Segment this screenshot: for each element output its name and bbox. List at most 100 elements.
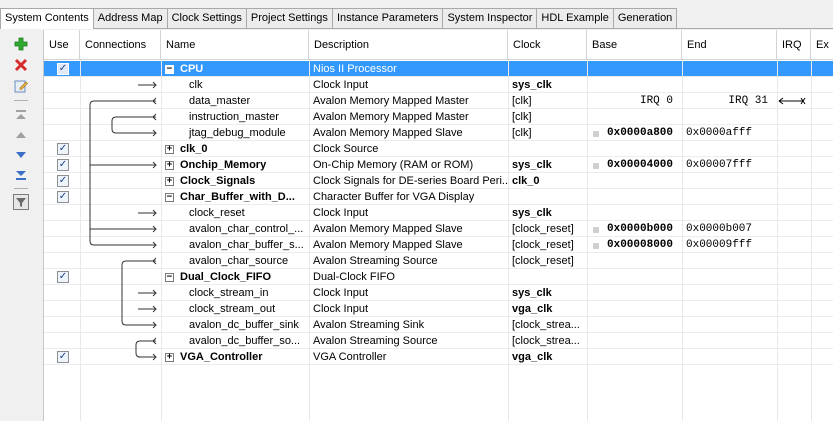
col-connections[interactable]: Connections (80, 30, 161, 60)
expand-icon[interactable]: + (165, 160, 174, 170)
expand-icon[interactable]: + (165, 176, 174, 186)
clock-cell[interactable]: [clock_reset] (508, 221, 587, 237)
base-address-cell[interactable] (603, 317, 683, 333)
base-address-cell[interactable] (603, 77, 683, 93)
col-ex[interactable]: Ex (811, 30, 833, 60)
base-address-cell[interactable] (603, 269, 683, 285)
clock-cell[interactable] (508, 61, 587, 77)
add-icon[interactable] (13, 36, 29, 52)
col-base[interactable]: Base (587, 30, 682, 60)
tab-system-inspector[interactable]: System Inspector (442, 8, 538, 28)
use-checkbox[interactable]: ✓ (57, 159, 69, 171)
clock-cell[interactable]: [clock_strea... (508, 333, 587, 349)
use-checkbox[interactable]: ✓ (57, 175, 69, 187)
clock-cell[interactable]: sys_clk (508, 285, 587, 301)
move-top-icon[interactable] (13, 107, 29, 123)
clock-cell[interactable]: [clock_strea... (508, 317, 587, 333)
base-address-cell[interactable] (603, 301, 683, 317)
clock-cell[interactable]: clk_0 (508, 173, 587, 189)
clock-cell[interactable]: sys_clk (508, 157, 587, 173)
use-checkbox[interactable]: ✓ (57, 143, 69, 155)
clock-cell[interactable]: [clk] (508, 93, 587, 109)
col-name[interactable]: Name (161, 30, 309, 60)
table-row[interactable]: ✓ − CPU Nios II Processor (44, 61, 833, 77)
remove-icon[interactable] (13, 57, 29, 73)
table-row[interactable]: avalon_dc_buffer_sink Avalon Streaming Si… (44, 317, 833, 333)
base-address-cell[interactable] (603, 285, 683, 301)
collapse-icon[interactable]: − (165, 192, 174, 202)
lock-icon[interactable] (593, 131, 599, 137)
tab-instance-parameters[interactable]: Instance Parameters (331, 8, 444, 28)
clock-cell[interactable]: sys_clk (508, 77, 587, 93)
table-row[interactable]: clock_reset Clock Input sys_clk (44, 205, 833, 221)
base-address-cell[interactable] (603, 349, 683, 365)
table-row[interactable]: ✓ − Char_Buffer_with_D... Character Buffer … (44, 189, 833, 205)
base-address-cell[interactable] (603, 61, 683, 77)
table-row[interactable]: avalon_char_source Avalon Streaming Sourc… (44, 253, 833, 269)
base-address-cell[interactable] (603, 109, 683, 125)
table-row[interactable]: data_master Avalon Memory Mapped Master [c… (44, 93, 833, 109)
table-row[interactable]: ✓ + VGA_Controller VGA Controller vga_clk (44, 349, 833, 365)
table-row[interactable]: avalon_char_buffer_s... Avalon Memory Map… (44, 237, 833, 253)
col-use[interactable]: Use (44, 30, 80, 60)
table-row[interactable]: avalon_char_control_... Avalon Memory Map… (44, 221, 833, 237)
base-address-cell[interactable]: 0x0000b000 (603, 221, 683, 237)
expand-icon[interactable]: + (165, 352, 174, 362)
table-row[interactable]: avalon_dc_buffer_so... Avalon Streaming S… (44, 333, 833, 349)
base-address-cell[interactable]: 0x0000a800 (603, 125, 683, 141)
use-checkbox[interactable]: ✓ (57, 63, 69, 75)
col-end[interactable]: End (682, 30, 777, 60)
table-row[interactable]: clk Clock Input sys_clk (44, 77, 833, 93)
table-row[interactable]: clock_stream_in Clock Input sys_clk (44, 285, 833, 301)
tab-address-map[interactable]: Address Map (92, 8, 168, 28)
collapse-icon[interactable]: − (165, 272, 174, 282)
tab-clock-settings[interactable]: Clock Settings (166, 8, 247, 28)
tab-project-settings[interactable]: Project Settings (245, 8, 333, 28)
base-address-cell[interactable]: IRQ 0 (587, 93, 677, 109)
edit-icon[interactable] (13, 78, 29, 94)
base-address-cell[interactable] (603, 141, 683, 157)
clock-cell[interactable]: vga_clk (508, 301, 587, 317)
move-bottom-icon[interactable] (13, 167, 29, 183)
base-address-cell[interactable] (603, 333, 683, 349)
lock-icon[interactable] (593, 163, 599, 169)
base-address-cell[interactable] (603, 189, 683, 205)
tab-system-contents[interactable]: System Contents (0, 8, 94, 29)
base-address-cell[interactable] (603, 253, 683, 269)
collapse-icon[interactable]: − (165, 64, 174, 74)
use-checkbox[interactable]: ✓ (57, 191, 69, 203)
lock-icon[interactable] (593, 243, 599, 249)
base-address-cell[interactable] (603, 205, 683, 221)
base-address-cell[interactable]: 0x00008000 (603, 237, 683, 253)
irq-connection-icon[interactable] (777, 93, 811, 109)
filter-icon[interactable] (13, 194, 29, 210)
table-row[interactable]: ✓ + clk_0 Clock Source (44, 141, 833, 157)
clock-cell[interactable]: [clock_reset] (508, 253, 587, 269)
table-row[interactable]: ✓ − Dual_Clock_FIFO Dual-Clock FIFO (44, 269, 833, 285)
table-row[interactable]: ✓ + Onchip_Memory On-Chip Memory (RAM or RO… (44, 157, 833, 173)
tab-generation[interactable]: Generation (612, 8, 678, 28)
table-row[interactable]: jtag_debug_module Avalon Memory Mapped Sl… (44, 125, 833, 141)
clock-cell[interactable] (508, 141, 587, 157)
clock-cell[interactable]: [clock_reset] (508, 237, 587, 253)
lock-icon[interactable] (593, 227, 599, 233)
col-description[interactable]: Description (309, 30, 508, 60)
clock-cell[interactable] (508, 189, 587, 205)
base-address-cell[interactable] (603, 173, 683, 189)
use-checkbox[interactable]: ✓ (57, 271, 69, 283)
col-irq[interactable]: IRQ (777, 30, 811, 60)
use-checkbox[interactable]: ✓ (57, 351, 69, 363)
clock-cell[interactable]: sys_clk (508, 205, 587, 221)
table-row[interactable]: clock_stream_out Clock Input vga_clk (44, 301, 833, 317)
base-address-cell[interactable]: 0x00004000 (603, 157, 683, 173)
tab-hdl-example[interactable]: HDL Example (536, 8, 614, 28)
clock-cell[interactable]: [clk] (508, 125, 587, 141)
clock-cell[interactable] (508, 269, 587, 285)
expand-icon[interactable]: + (165, 144, 174, 154)
clock-cell[interactable]: [clk] (508, 109, 587, 125)
move-down-icon[interactable] (13, 147, 29, 163)
clock-cell[interactable]: vga_clk (508, 349, 587, 365)
table-row[interactable]: ✓ + Clock_Signals Clock Signals for DE-seri… (44, 173, 833, 189)
table-row[interactable]: instruction_master Avalon Memory Mapped M… (44, 109, 833, 125)
col-clock[interactable]: Clock (508, 30, 587, 60)
